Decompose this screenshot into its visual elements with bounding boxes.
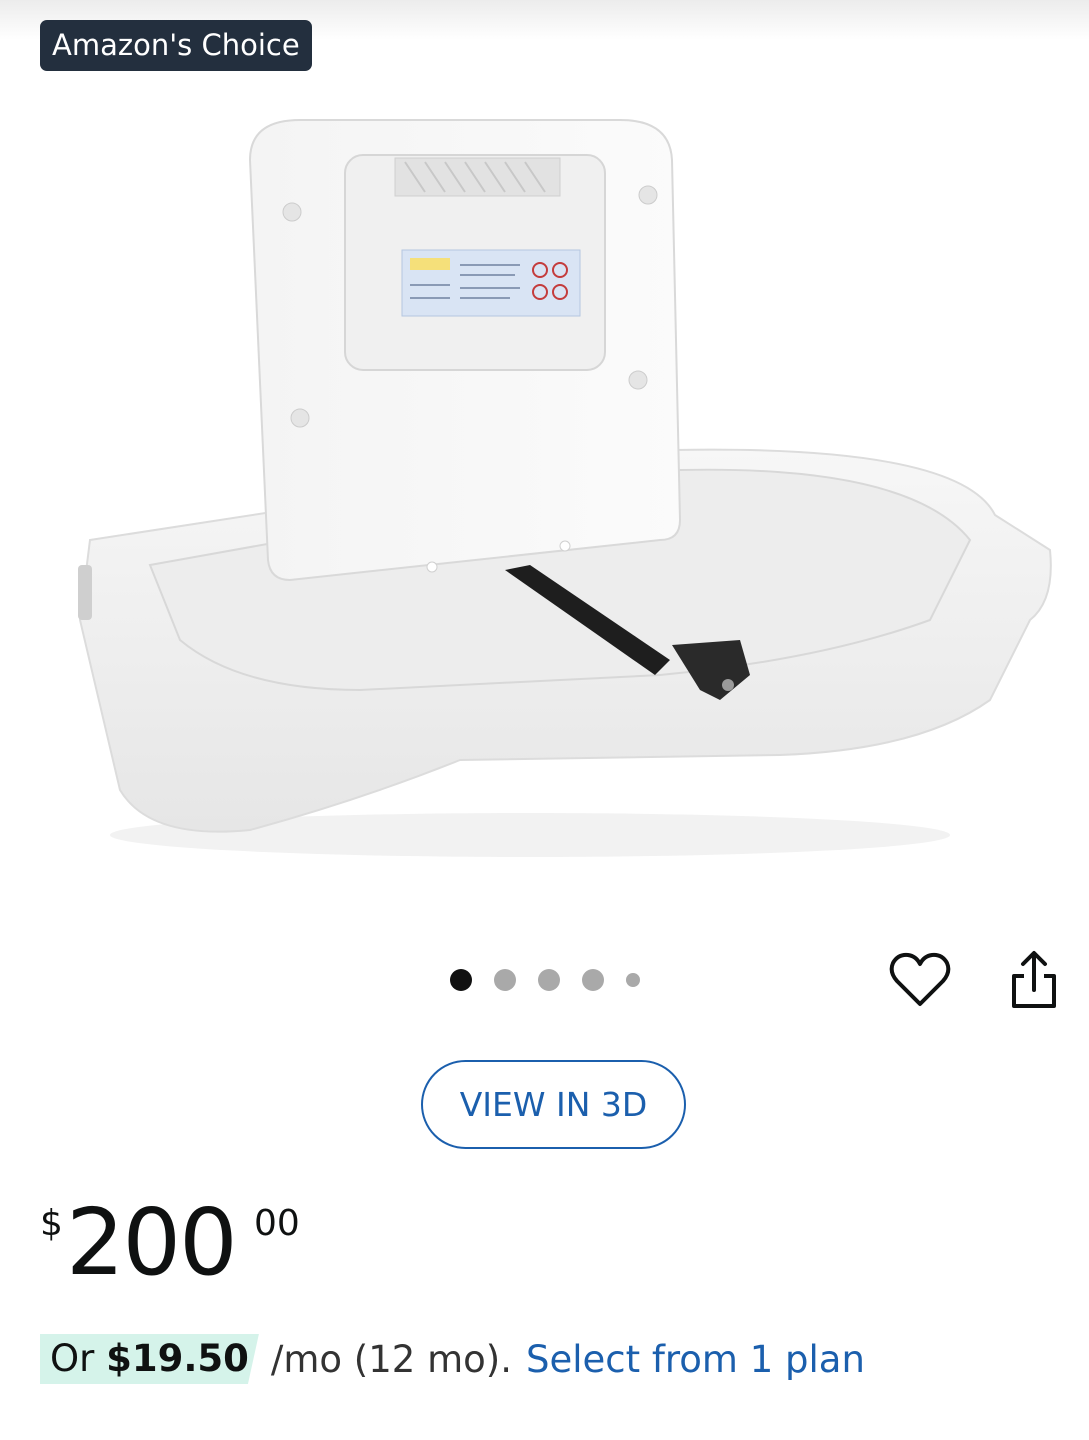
price-fraction: 00	[254, 1203, 300, 1244]
select-plan-link[interactable]: Select from 1 plan	[526, 1338, 865, 1381]
carousel-dot-2[interactable]	[494, 969, 516, 991]
view-in-3d-button[interactable]: VIEW IN 3D	[421, 1060, 686, 1149]
heart-icon	[889, 952, 951, 1006]
installment-highlight: Or $19.50	[40, 1334, 259, 1384]
carousel-dot-3[interactable]	[538, 969, 560, 991]
amazons-choice-badge: Amazon's Choice	[40, 20, 312, 71]
carousel-dot-5[interactable]	[626, 973, 640, 987]
product-image[interactable]	[60, 100, 1060, 870]
carousel-dot-1[interactable]	[450, 969, 472, 991]
installment-term: /mo (12 mo).	[270, 1337, 512, 1381]
installment-amount: $19.50	[106, 1337, 249, 1380]
share-button[interactable]	[1006, 948, 1062, 1012]
installment-offer: Or $19.50 /mo (12 mo). Select from 1 pla…	[40, 1334, 865, 1384]
price-whole: 200	[66, 1189, 238, 1296]
carousel-dot-4[interactable]	[582, 969, 604, 991]
price-currency: $	[40, 1203, 63, 1244]
image-carousel-dots	[450, 966, 662, 994]
wishlist-button[interactable]	[888, 950, 952, 1010]
share-icon	[1012, 951, 1056, 1008]
installment-prefix: Or	[50, 1337, 107, 1380]
